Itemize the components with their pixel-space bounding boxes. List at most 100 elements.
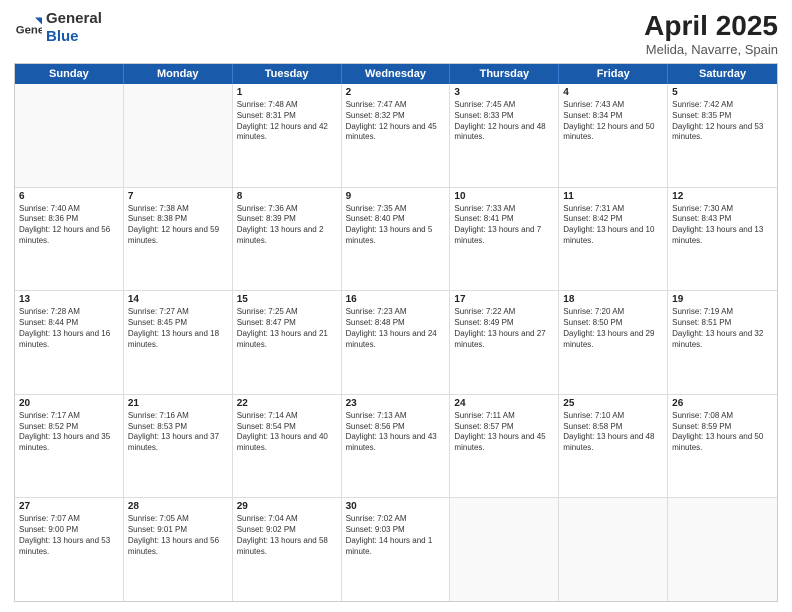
calendar-cell: 6Sunrise: 7:40 AM Sunset: 8:36 PM Daylig… xyxy=(15,188,124,291)
calendar-cell: 3Sunrise: 7:45 AM Sunset: 8:33 PM Daylig… xyxy=(450,84,559,187)
calendar-cell: 10 Sunrise: 7:33 AM Sunset: 8:41 PM Dayli… xyxy=(450,188,559,291)
calendar-cell: 14Sunrise: 7:27 AM Sunset: 8:45 PM Dayli… xyxy=(124,291,233,394)
calendar-header: SundayMondayTuesdayWednesdayThursdayFrid… xyxy=(15,64,777,84)
cell-text: Sunrise: 7:10 AM Sunset: 8:58 PM Dayligh… xyxy=(563,411,663,454)
cell-text: Sunrise: 7:07 AM Sunset: 9:00 PM Dayligh… xyxy=(19,514,119,557)
cell-text: Sunrise: 7:13 AM Sunset: 8:56 PM Dayligh… xyxy=(346,411,446,454)
cell-text: Sunrise: 7:36 AM Sunset: 8:39 PM Dayligh… xyxy=(237,204,337,247)
day-number: 22 xyxy=(237,398,337,409)
day-number: 12 xyxy=(672,191,773,202)
day-number: 17 xyxy=(454,294,554,305)
calendar-cell: 19Sunrise: 7:19 AM Sunset: 8:51 PM Dayli… xyxy=(668,291,777,394)
cell-text: Sunrise: 7:28 AM Sunset: 8:44 PM Dayligh… xyxy=(19,307,119,350)
cell-text: Sunrise: 7:11 AM Sunset: 8:57 PM Dayligh… xyxy=(454,411,554,454)
calendar-cell: 21 Sunrise: 7:16 AM Sunset: 8:53 PM Dayli… xyxy=(124,395,233,498)
svg-text:General: General xyxy=(16,24,42,36)
logo-text: General Blue xyxy=(46,10,102,46)
calendar-cell: 24 Sunrise: 7:11 AM Sunset: 8:57 PM Dayli… xyxy=(450,395,559,498)
calendar-row: 20 Sunrise: 7:17 AM Sunset: 8:52 PM Dayli… xyxy=(15,395,777,499)
day-number: 7 xyxy=(128,191,228,202)
day-number: 20 xyxy=(19,398,119,409)
calendar-cell: 22 Sunrise: 7:14 AM Sunset: 8:54 PM Dayli… xyxy=(233,395,342,498)
day-number: 25 xyxy=(563,398,663,409)
weekday-header: Sunday xyxy=(15,64,124,84)
day-number: 27 xyxy=(19,501,119,512)
day-number: 26 xyxy=(672,398,773,409)
cell-text: Sunrise: 7:08 AM Sunset: 8:59 PM Dayligh… xyxy=(672,411,773,454)
page: General General Blue April 2025 Melida, … xyxy=(0,0,792,612)
calendar-cell: 20 Sunrise: 7:17 AM Sunset: 8:52 PM Dayli… xyxy=(15,395,124,498)
day-number: 30 xyxy=(346,501,446,512)
logo: General General Blue xyxy=(14,10,102,46)
cell-text: Sunrise: 7:30 AM Sunset: 8:43 PM Dayligh… xyxy=(672,204,773,247)
header: General General Blue April 2025 Melida, … xyxy=(14,10,778,57)
cell-text: Sunrise: 7:48 AM Sunset: 8:31 PM Dayligh… xyxy=(237,100,337,143)
calendar-cell: 25 Sunrise: 7:10 AM Sunset: 8:58 PM Dayli… xyxy=(559,395,668,498)
day-number: 18 xyxy=(563,294,663,305)
calendar-row: 1 Sunrise: 7:48 AM Sunset: 8:31 PM Daylig… xyxy=(15,84,777,188)
cell-text: Sunrise: 7:20 AM Sunset: 8:50 PM Dayligh… xyxy=(563,307,663,350)
weekday-header: Tuesday xyxy=(233,64,342,84)
calendar-cell: 18 Sunrise: 7:20 AM Sunset: 8:50 PM Dayli… xyxy=(559,291,668,394)
calendar-cell: 4Sunrise: 7:43 AM Sunset: 8:34 PM Daylig… xyxy=(559,84,668,187)
day-number: 28 xyxy=(128,501,228,512)
cell-text: Sunrise: 7:38 AM Sunset: 8:38 PM Dayligh… xyxy=(128,204,228,247)
day-number: 10 xyxy=(454,191,554,202)
cell-text: Sunrise: 7:47 AM Sunset: 8:32 PM Dayligh… xyxy=(346,100,446,143)
day-number: 23 xyxy=(346,398,446,409)
day-number: 11 xyxy=(563,191,663,202)
cell-text: Sunrise: 7:33 AM Sunset: 8:41 PM Dayligh… xyxy=(454,204,554,247)
weekday-header: Wednesday xyxy=(342,64,451,84)
logo-icon: General xyxy=(14,14,42,42)
day-number: 13 xyxy=(19,294,119,305)
calendar-cell: 8 Sunrise: 7:36 AM Sunset: 8:39 PM Daylig… xyxy=(233,188,342,291)
calendar-cell xyxy=(559,498,668,601)
month-year: April 2025 xyxy=(644,10,778,42)
cell-text: Sunrise: 7:40 AM Sunset: 8:36 PM Dayligh… xyxy=(19,204,119,247)
weekday-header: Saturday xyxy=(668,64,777,84)
cell-text: Sunrise: 7:45 AM Sunset: 8:33 PM Dayligh… xyxy=(454,100,554,143)
cell-text: Sunrise: 7:17 AM Sunset: 8:52 PM Dayligh… xyxy=(19,411,119,454)
calendar-cell: 2 Sunrise: 7:47 AM Sunset: 8:32 PM Daylig… xyxy=(342,84,451,187)
calendar-cell: 26 Sunrise: 7:08 AM Sunset: 8:59 PM Dayli… xyxy=(668,395,777,498)
cell-text: Sunrise: 7:42 AM Sunset: 8:35 PM Dayligh… xyxy=(672,100,773,143)
day-number: 24 xyxy=(454,398,554,409)
weekday-header: Monday xyxy=(124,64,233,84)
day-number: 4 xyxy=(563,87,663,98)
day-number: 21 xyxy=(128,398,228,409)
day-number: 8 xyxy=(237,191,337,202)
calendar: SundayMondayTuesdayWednesdayThursdayFrid… xyxy=(14,63,778,602)
cell-text: Sunrise: 7:05 AM Sunset: 9:01 PM Dayligh… xyxy=(128,514,228,557)
cell-text: Sunrise: 7:14 AM Sunset: 8:54 PM Dayligh… xyxy=(237,411,337,454)
weekday-header: Friday xyxy=(559,64,668,84)
calendar-cell: 29 Sunrise: 7:04 AM Sunset: 9:02 PM Dayli… xyxy=(233,498,342,601)
calendar-cell xyxy=(124,84,233,187)
weekday-header: Thursday xyxy=(450,64,559,84)
day-number: 14 xyxy=(128,294,228,305)
day-number: 19 xyxy=(672,294,773,305)
calendar-cell: 1 Sunrise: 7:48 AM Sunset: 8:31 PM Daylig… xyxy=(233,84,342,187)
cell-text: Sunrise: 7:35 AM Sunset: 8:40 PM Dayligh… xyxy=(346,204,446,247)
day-number: 9 xyxy=(346,191,446,202)
calendar-cell: 27 Sunrise: 7:07 AM Sunset: 9:00 PM Dayli… xyxy=(15,498,124,601)
calendar-cell: 12 Sunrise: 7:30 AM Sunset: 8:43 PM Dayli… xyxy=(668,188,777,291)
title-block: April 2025 Melida, Navarre, Spain xyxy=(644,10,778,57)
calendar-cell: 28 Sunrise: 7:05 AM Sunset: 9:01 PM Dayli… xyxy=(124,498,233,601)
calendar-body: 1 Sunrise: 7:48 AM Sunset: 8:31 PM Daylig… xyxy=(15,84,777,601)
calendar-cell xyxy=(15,84,124,187)
calendar-row: 27 Sunrise: 7:07 AM Sunset: 9:00 PM Dayli… xyxy=(15,498,777,601)
logo-general: General xyxy=(46,10,102,27)
calendar-cell: 17 Sunrise: 7:22 AM Sunset: 8:49 PM Dayli… xyxy=(450,291,559,394)
cell-text: Sunrise: 7:22 AM Sunset: 8:49 PM Dayligh… xyxy=(454,307,554,350)
cell-text: Sunrise: 7:02 AM Sunset: 9:03 PM Dayligh… xyxy=(346,514,446,557)
day-number: 5 xyxy=(672,87,773,98)
cell-text: Sunrise: 7:16 AM Sunset: 8:53 PM Dayligh… xyxy=(128,411,228,454)
calendar-cell: 7 Sunrise: 7:38 AM Sunset: 8:38 PM Daylig… xyxy=(124,188,233,291)
calendar-cell: 15Sunrise: 7:25 AM Sunset: 8:47 PM Dayli… xyxy=(233,291,342,394)
day-number: 29 xyxy=(237,501,337,512)
location: Melida, Navarre, Spain xyxy=(644,42,778,57)
day-number: 1 xyxy=(237,87,337,98)
calendar-cell: 11Sunrise: 7:31 AM Sunset: 8:42 PM Dayli… xyxy=(559,188,668,291)
cell-text: Sunrise: 7:04 AM Sunset: 9:02 PM Dayligh… xyxy=(237,514,337,557)
day-number: 2 xyxy=(346,87,446,98)
